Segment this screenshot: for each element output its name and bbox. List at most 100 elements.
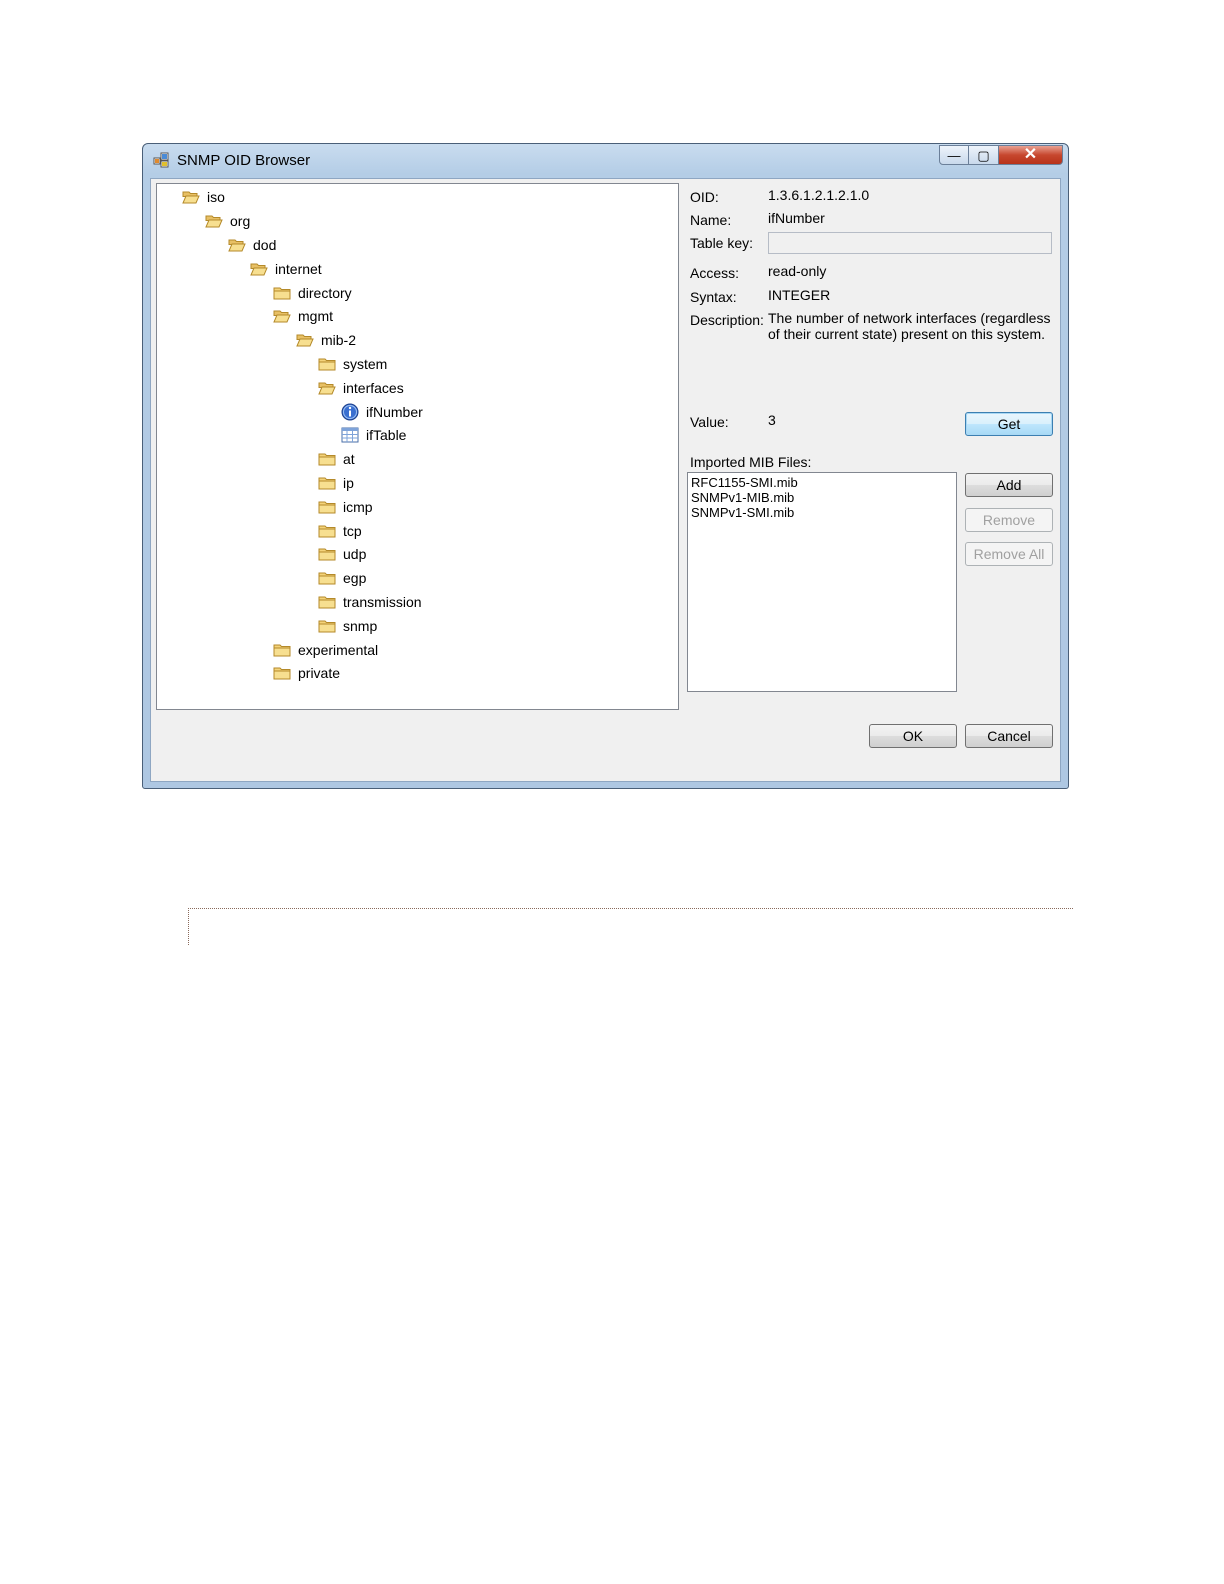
tree-node-egp[interactable]: egp [317,567,366,589]
tree-node-udp[interactable]: udp [317,543,366,565]
list-item[interactable]: SNMPv1-SMI.mib [691,505,953,520]
imported-mib-files-list[interactable]: RFC1155-SMI.mib SNMPv1-MIB.mib SNMPv1-SM… [687,472,957,692]
tree-node-iftable[interactable]: ifTable [340,424,406,446]
open-folder-icon [317,380,337,396]
tree-node-private[interactable]: private [272,662,340,684]
access-value: read-only [768,263,827,279]
remove-button[interactable]: Remove [965,508,1053,532]
folder-icon [272,665,292,681]
tree-node-label: directory [298,285,352,301]
tree-node-label: icmp [343,499,373,515]
tree-node-mgmt[interactable]: mgmt [272,305,333,327]
folder-icon [317,523,337,539]
info-icon [340,403,360,421]
tree-node-label: iso [207,189,225,205]
tree-node-label: mgmt [298,308,333,324]
tree-node-transmission[interactable]: transmission [317,591,422,613]
folder-icon [317,546,337,562]
tree-node-label: org [230,213,251,229]
tree-node-label: dod [253,237,277,253]
maximize-button[interactable]: ▢ [969,145,999,165]
list-item[interactable]: SNMPv1-MIB.mib [691,490,953,505]
cancel-button[interactable]: Cancel [965,724,1053,748]
tree-node-ifnumber[interactable]: ifNumber [340,401,423,423]
tree-node-label: transmission [343,594,422,610]
tree-node-system[interactable]: system [317,353,387,375]
list-item[interactable]: RFC1155-SMI.mib [691,475,953,490]
tree-node-directory[interactable]: directory [272,282,352,304]
tree-node-label: private [298,665,341,681]
tree-node-label: system [343,356,388,372]
tree-node-label: interfaces [343,380,404,396]
folder-icon [317,594,337,610]
snmp-oid-browser-window: SNMP OID Browser — ▢ ✕ iso org dod inter… [142,143,1069,789]
oid-label: OID: [690,189,719,205]
oid-value: 1.3.6.1.2.1.2.1.0 [768,187,870,203]
remove-all-button[interactable]: Remove All [965,542,1053,566]
description-value: The number of network interfaces (regard… [768,310,1051,342]
minimize-button[interactable]: — [939,145,969,165]
tree-node-label: egp [343,570,367,586]
folder-icon [317,499,337,515]
tree-node-label: ifNumber [366,404,423,420]
tree-node-label: experimental [298,642,379,658]
tree-node-ip[interactable]: ip [317,472,354,494]
table-icon [340,427,360,443]
name-label: Name: [690,212,732,228]
open-folder-icon [249,261,269,277]
ok-button[interactable]: OK [869,724,957,748]
value-value: 3 [768,412,776,428]
open-folder-icon [295,332,315,348]
folder-icon [317,475,337,491]
tree-node-experimental[interactable]: experimental [272,639,378,661]
tree-node-iso[interactable]: iso [181,186,225,208]
tree-node-label: tcp [343,523,362,539]
tree-node-org[interactable]: org [204,210,250,232]
open-folder-icon [272,308,292,324]
tree-node-label: at [343,451,355,467]
tree-node-label: mib-2 [321,332,357,348]
folder-icon [317,451,337,467]
window-title: SNMP OID Browser [177,152,311,169]
value-label: Value: [690,414,729,430]
tree-node-label: ifTable [366,427,407,443]
folder-icon [317,570,337,586]
tree-node-dod[interactable]: dod [227,234,276,256]
table-key-field[interactable] [768,232,1052,254]
folder-icon [272,642,292,658]
app-icon [153,152,169,168]
imported-mib-files-label: Imported MIB Files: [690,454,812,470]
syntax-label: Syntax: [690,289,737,305]
tree-node-tcp[interactable]: tcp [317,520,362,542]
open-folder-icon [227,237,247,253]
open-folder-icon [204,213,224,229]
close-icon: ✕ [1023,146,1038,163]
tree-node-label: snmp [343,618,378,634]
title-bar[interactable]: SNMP OID Browser — ▢ ✕ [143,144,1068,177]
tree-node-mib-2[interactable]: mib-2 [295,329,356,351]
maximize-icon: ▢ [977,147,990,163]
tree-node-interfaces[interactable]: interfaces [317,377,404,399]
open-folder-icon [181,189,201,205]
folder-icon [317,356,337,372]
tree-node-label: ip [343,475,354,491]
description-label: Description: [690,312,764,328]
tree-node-label: udp [343,546,367,562]
tree-node-label: internet [275,261,322,277]
dialog-client-area: iso org dod internet directory mgmt mib-… [150,178,1061,782]
table-key-label: Table key: [690,235,754,251]
tree-node-snmp[interactable]: snmp [317,615,377,637]
minimize-icon: — [947,147,961,163]
add-button[interactable]: Add [965,473,1053,497]
oid-tree[interactable]: iso org dod internet directory mgmt mib-… [156,183,679,710]
folder-icon [272,285,292,301]
folder-icon [317,618,337,634]
tree-node-icmp[interactable]: icmp [317,496,373,518]
close-button[interactable]: ✕ [999,145,1063,165]
tree-node-internet[interactable]: internet [249,258,322,280]
dotted-frame [188,908,1073,945]
tree-node-at[interactable]: at [317,448,355,470]
get-button[interactable]: Get [965,412,1053,436]
access-label: Access: [690,265,740,281]
name-value: ifNumber [768,210,825,226]
